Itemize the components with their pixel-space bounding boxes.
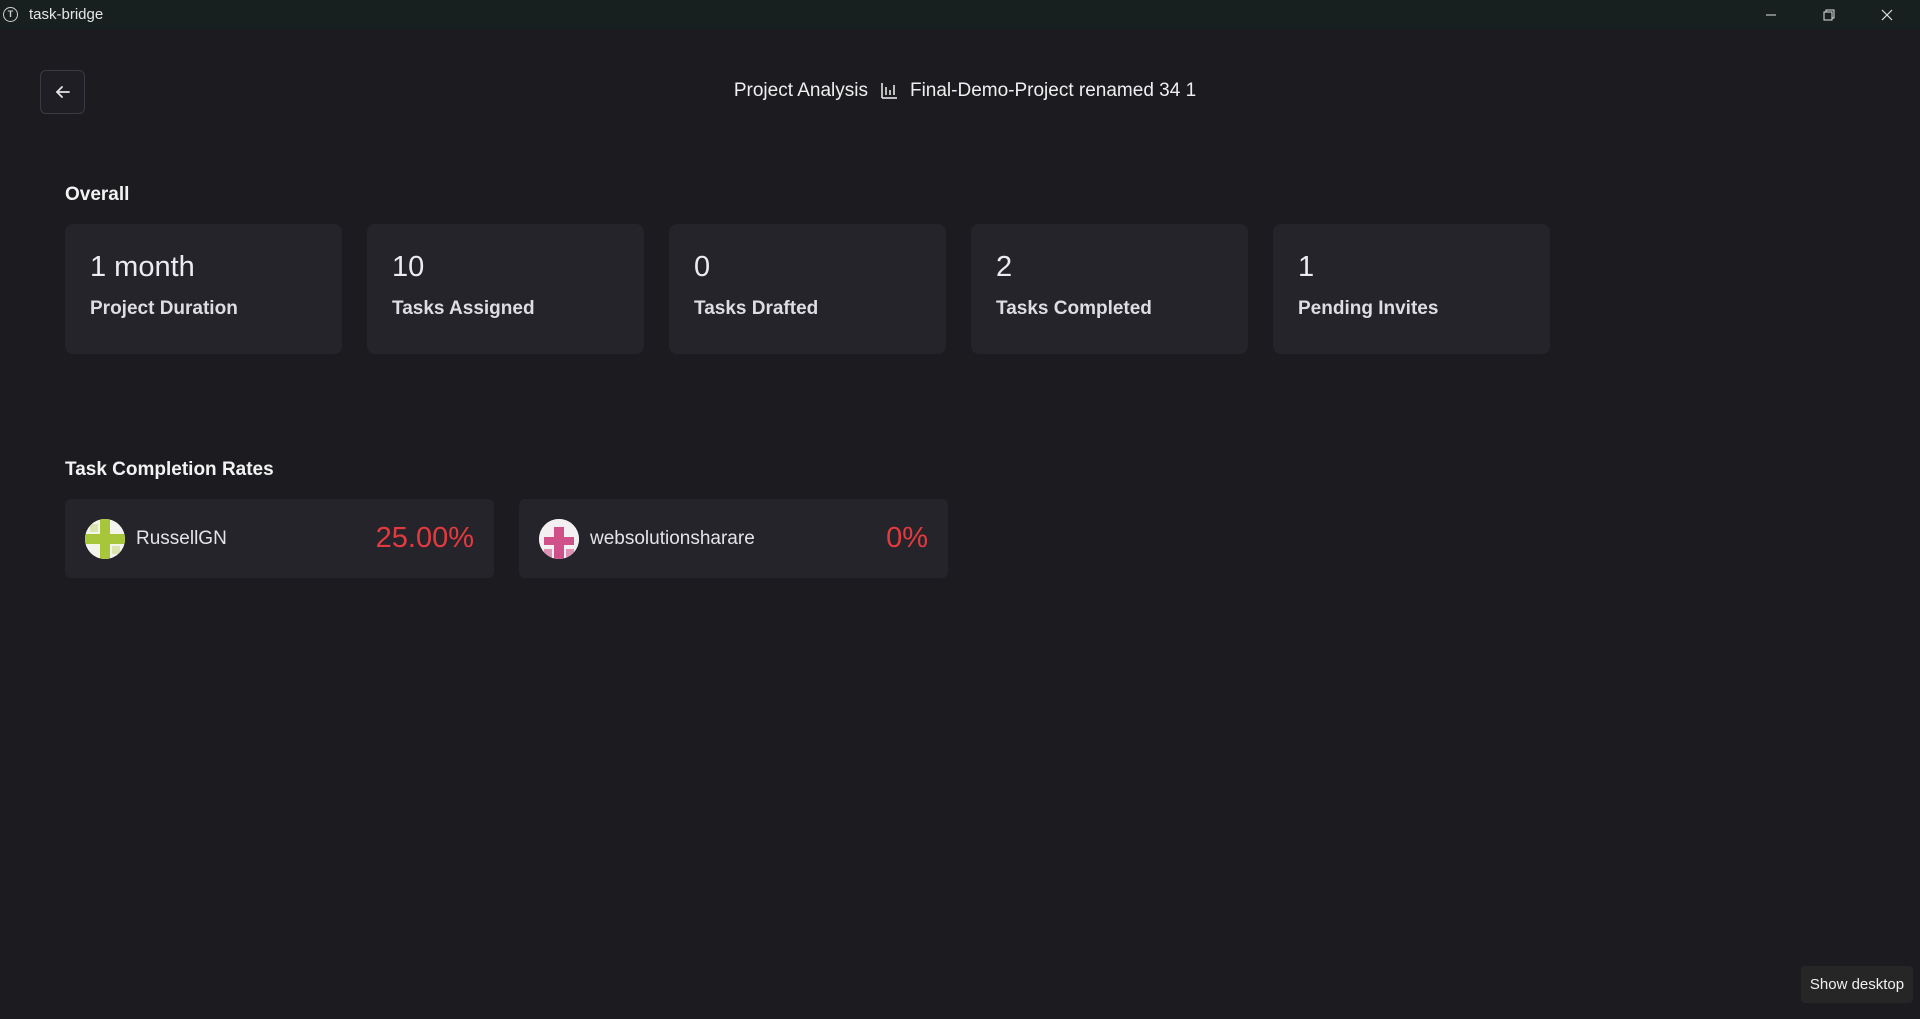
window-titlebar: T task-bridge: [0, 0, 1920, 29]
stat-label: Project Duration: [90, 298, 238, 319]
stat-label: Tasks Drafted: [694, 298, 819, 319]
stat-value: 0: [694, 251, 711, 283]
stat-card-project-duration: 1 month Project Duration: [65, 224, 342, 354]
overall-stats: 1 month Project Duration 10 Tasks Assign…: [65, 224, 1550, 354]
close-button[interactable]: [1858, 0, 1916, 29]
member-name: RussellGN: [136, 527, 227, 549]
completion-rate: 25.00%: [375, 522, 474, 554]
stat-card-pending-invites: 1 Pending Invites: [1273, 224, 1550, 354]
minimize-icon: [1766, 14, 1776, 15]
stat-card-tasks-completed: 2 Tasks Completed: [971, 224, 1248, 354]
show-desktop-tooltip[interactable]: Show desktop: [1801, 966, 1913, 1003]
restore-icon: [1823, 9, 1835, 20]
completion-rates-list: RussellGN 25.00% websolutionsharare 0%: [65, 499, 948, 578]
member-rate-card[interactable]: websolutionsharare 0%: [519, 499, 948, 578]
stat-label: Tasks Completed: [996, 298, 1152, 319]
member-name: websolutionsharare: [590, 527, 755, 549]
minimize-button[interactable]: [1742, 0, 1800, 29]
page-label: Project Analysis: [733, 80, 868, 101]
close-icon: [1881, 9, 1893, 20]
app-logo-icon: T: [3, 7, 18, 22]
overall-heading: Overall: [65, 184, 130, 205]
avatar: [539, 518, 579, 559]
page-header: Project Analysis Final-Demo-Project rena…: [0, 80, 1920, 102]
completion-rates-heading: Task Completion Rates: [65, 459, 274, 480]
stat-value: 2: [996, 251, 1013, 283]
avatar: [85, 518, 125, 559]
project-name: Final-Demo-Project renamed 34 1: [909, 80, 1197, 101]
stat-value: 10: [392, 251, 425, 283]
completion-rate: 0%: [886, 522, 928, 554]
stat-value: 1: [1298, 251, 1315, 283]
member-rate-card[interactable]: RussellGN 25.00%: [65, 499, 494, 578]
stat-card-tasks-assigned: 10 Tasks Assigned: [367, 224, 644, 354]
window-title: task-bridge: [29, 6, 104, 23]
stat-card-tasks-drafted: 0 Tasks Drafted: [669, 224, 946, 354]
stat-value: 1 month: [90, 251, 195, 283]
stat-label: Pending Invites: [1298, 298, 1439, 319]
bar-chart-icon: [878, 80, 900, 102]
restore-button[interactable]: [1800, 0, 1858, 29]
stat-label: Tasks Assigned: [392, 298, 535, 319]
